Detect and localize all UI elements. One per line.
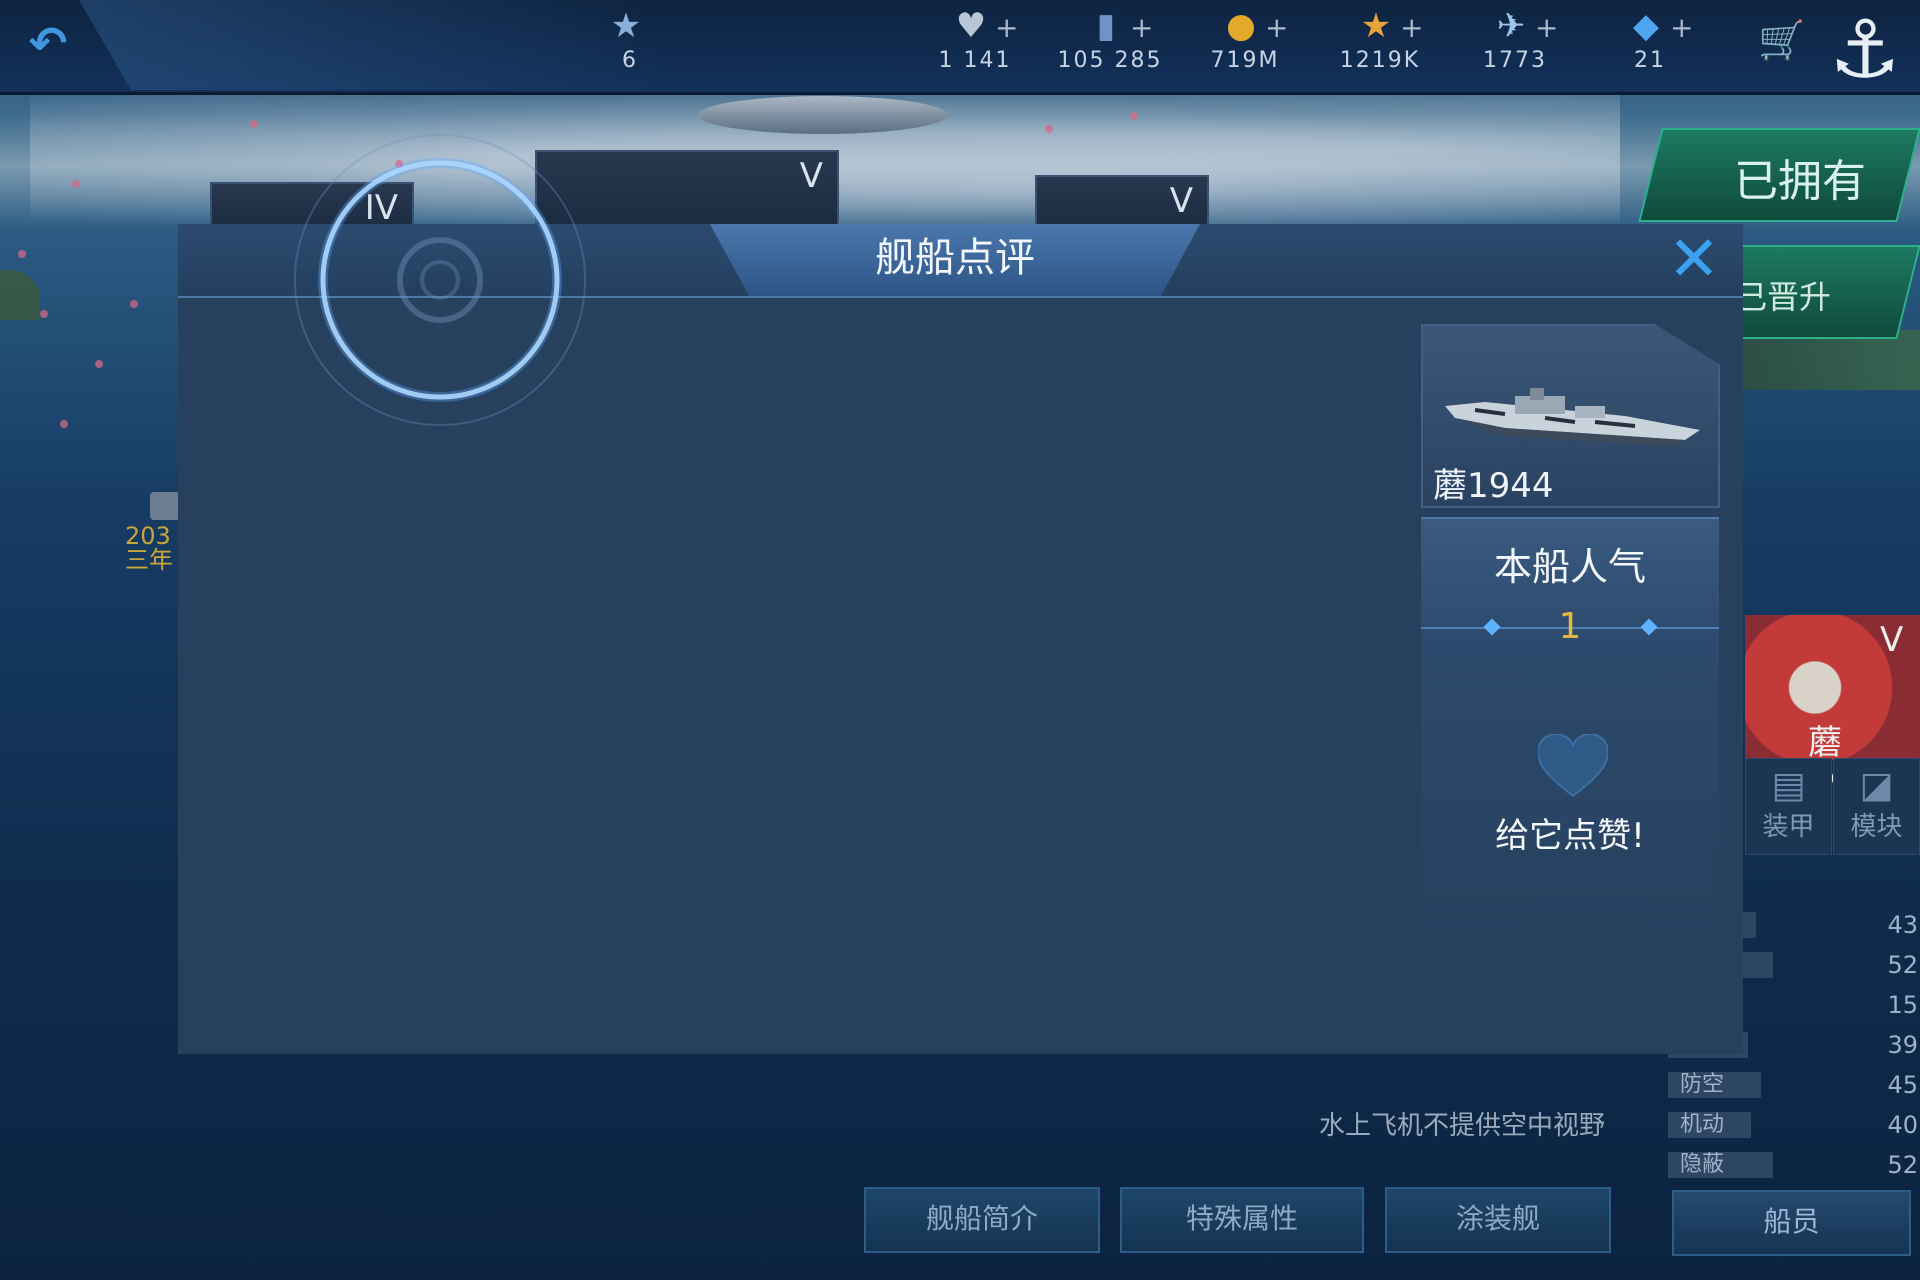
rank-value: 6	[622, 48, 638, 73]
petal	[72, 180, 80, 188]
top-bar: ↶ ★ 6 ♥ + 1 141 ▮ + 105 285 ● + 719M ★ +…	[0, 0, 1920, 96]
resource-value: 1773	[1483, 48, 1547, 73]
airship-image	[698, 96, 948, 134]
promoted-tab-label: 己晋升	[1735, 278, 1832, 316]
back-arrow-icon[interactable]: ↶	[18, 18, 78, 68]
plus-icon: +	[1670, 11, 1694, 44]
tab-module[interactable]: ◪ 模块	[1833, 758, 1920, 855]
reticle-overlay	[294, 134, 586, 426]
tier-label: V	[799, 156, 823, 196]
star-icon: ★	[1360, 6, 1392, 46]
plus-icon: +	[1535, 11, 1559, 44]
heart-icon[interactable]	[1538, 734, 1608, 798]
petal	[1130, 112, 1138, 120]
resource-value: 21	[1634, 48, 1666, 73]
camouflage-button[interactable]: 涂装舰	[1385, 1187, 1611, 1253]
left-ship-label: 203 三年	[125, 524, 173, 572]
stat-label: 隐蔽	[1680, 1152, 1725, 1177]
stat-value: 39	[1887, 1031, 1918, 1059]
petal	[95, 360, 103, 368]
island-left	[0, 270, 40, 320]
ship-card-tier-v[interactable]: V	[535, 150, 839, 234]
stat-value: 45	[1887, 1071, 1918, 1099]
tab-label: 模块	[1850, 812, 1903, 842]
left-label-line2: 三年	[125, 546, 173, 574]
special-attributes-button[interactable]: 特殊属性	[1120, 1187, 1364, 1253]
battleship-image	[1445, 388, 1700, 446]
gold-coin-icon: ●	[1226, 6, 1256, 46]
crew-button[interactable]: 船员	[1672, 1190, 1911, 1256]
stat-label: 机动	[1680, 1112, 1725, 1137]
resource-cards[interactable]: ▮ + 105 285	[1050, 0, 1170, 90]
plus-icon: +	[1265, 11, 1289, 44]
gem-icon: ◆	[1632, 6, 1660, 46]
rank-badge[interactable]: ★ 6	[570, 0, 690, 90]
resource-value: 1219K	[1339, 48, 1421, 73]
owned-tab-label: 已拥有	[1734, 156, 1866, 207]
petal	[250, 120, 258, 128]
like-button[interactable]: 给它点赞!	[1421, 808, 1719, 857]
anchor-icon[interactable]: ⚓	[1810, 0, 1920, 100]
stat-label: 防空	[1680, 1072, 1725, 1097]
tab-label: 装甲	[1762, 812, 1815, 842]
stat-value: 15	[1887, 991, 1918, 1019]
stat-row: 防空 45	[1668, 1070, 1918, 1100]
module-icon: ◪	[1859, 765, 1894, 806]
petal	[18, 250, 26, 258]
resource-planes[interactable]: ✈ + 1773	[1455, 0, 1575, 90]
close-icon[interactable]: ✕	[1665, 228, 1723, 290]
thumb-tier: V	[1880, 620, 1904, 660]
stat-value: 40	[1887, 1111, 1918, 1139]
heart-icon: ♥	[955, 6, 987, 46]
ship-name: 蘑1944	[1433, 466, 1554, 506]
plus-icon: +	[1130, 11, 1154, 44]
seaplane-note: 水上飞机不提供空中视野	[1318, 1111, 1605, 1141]
armor-icon: ▤	[1771, 765, 1806, 806]
card-icon: ▮	[1096, 6, 1116, 46]
stat-value: 43	[1887, 911, 1918, 939]
resource-hearts[interactable]: ♥ + 1 141	[915, 0, 1035, 90]
resource-value: 1 141	[938, 48, 1012, 73]
resource-coins[interactable]: ● + 719M	[1185, 0, 1305, 90]
stat-row: 隐蔽 52	[1668, 1150, 1918, 1180]
popularity-count: 1	[1558, 606, 1582, 647]
petal	[130, 300, 138, 308]
rank-star-icon: ★	[610, 6, 642, 46]
popularity-title: 本船人气	[1493, 545, 1646, 589]
plus-icon: +	[995, 11, 1019, 44]
resource-gems[interactable]: ◆ + 21	[1590, 0, 1710, 90]
resource-stars[interactable]: ★ + 1219K	[1320, 0, 1440, 90]
tab-armor[interactable]: ▤ 装甲	[1745, 758, 1832, 855]
stat-value: 52	[1887, 951, 1918, 979]
stat-value: 52	[1887, 1151, 1918, 1179]
resource-value: 719M	[1210, 48, 1280, 73]
tier-label: V	[1169, 181, 1193, 221]
dialog-title: 舰船点评	[875, 235, 1035, 281]
resource-value: 105 285	[1057, 48, 1163, 73]
ship-icon	[150, 492, 180, 520]
left-label-line1: 203	[125, 522, 171, 550]
island-right	[1740, 330, 1920, 390]
petal	[1045, 125, 1053, 133]
petal	[40, 310, 48, 318]
plane-icon: ✈	[1496, 6, 1526, 46]
petal	[60, 420, 68, 428]
shop-cart-icon[interactable]: 🛒	[1752, 18, 1812, 68]
stat-row: 机动 40	[1668, 1110, 1918, 1140]
ship-intro-button[interactable]: 舰船简介	[864, 1187, 1100, 1253]
plus-icon: +	[1400, 11, 1424, 44]
